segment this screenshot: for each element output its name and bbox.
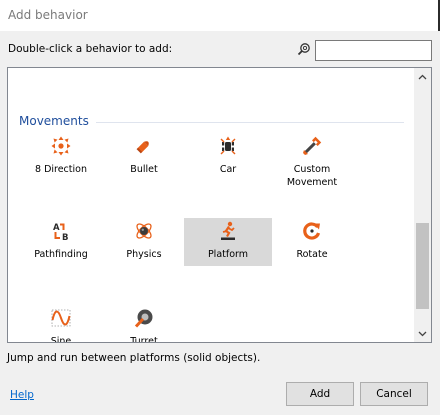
add-button[interactable]: Add (286, 382, 354, 406)
behavior-item-car[interactable]: Car (184, 133, 272, 181)
bullet-icon (134, 136, 154, 156)
behavior-item-turret[interactable]: Turret (100, 305, 188, 343)
behavior-item-custom-movement[interactable]: Custom Movement (268, 133, 356, 193)
search-input[interactable] (315, 40, 432, 61)
behavior-item-physics[interactable]: Physics (100, 218, 188, 266)
platform-runner-icon (218, 221, 238, 241)
help-link[interactable]: Help (10, 389, 34, 401)
instruction-label: Double-click a behavior to add: (8, 43, 173, 55)
group-divider (96, 122, 404, 123)
behavior-label: Pathfinding (34, 249, 88, 260)
sine-wave-icon (51, 308, 71, 328)
behavior-item-platform[interactable]: Platform (184, 218, 272, 266)
svg-text:A: A (53, 223, 60, 233)
behavior-label: 8 Direction (35, 164, 87, 175)
behavior-label: Bullet (130, 164, 158, 175)
window-title: Add behavior (8, 8, 88, 22)
behavior-item-pathfinding[interactable]: A B Pathfinding (17, 218, 105, 266)
rotate-icon (302, 221, 322, 241)
behavior-label: Turret (130, 336, 158, 343)
svg-text:B: B (62, 233, 68, 241)
behavior-description: Jump and run between platforms (solid ob… (7, 352, 261, 364)
scrollbar-thumb[interactable] (416, 223, 429, 309)
eight-direction-icon (51, 136, 71, 156)
vertical-scrollbar[interactable] (414, 68, 431, 342)
physics-icon (134, 221, 154, 241)
behavior-item-rotate[interactable]: Rotate (268, 218, 356, 266)
pathfinding-icon: A B (51, 221, 71, 243)
behavior-list[interactable]: Movements 8 Direction Bullet Car Custom … (7, 67, 432, 343)
wrench-icon (302, 136, 322, 156)
behavior-label: Platform (207, 249, 249, 260)
behavior-label: Custom Movement (286, 164, 338, 188)
behavior-label: Car (219, 164, 237, 175)
turret-icon (134, 308, 154, 328)
behavior-label: Rotate (296, 249, 328, 260)
scroll-down-arrow-icon[interactable] (414, 325, 431, 342)
behavior-item-8-direction[interactable]: 8 Direction (17, 133, 105, 181)
behavior-item-bullet[interactable]: Bullet (100, 133, 188, 181)
behavior-item-sine[interactable]: Sine (17, 305, 105, 343)
search-icon (297, 41, 311, 56)
cancel-button[interactable]: Cancel (360, 382, 428, 406)
behavior-label: Sine (50, 336, 72, 343)
group-label-movements: Movements (19, 114, 89, 128)
car-icon (218, 136, 238, 156)
scroll-up-arrow-icon[interactable] (414, 68, 431, 85)
behavior-label: Physics (126, 249, 162, 260)
title-bar: Add behavior (0, 0, 440, 31)
